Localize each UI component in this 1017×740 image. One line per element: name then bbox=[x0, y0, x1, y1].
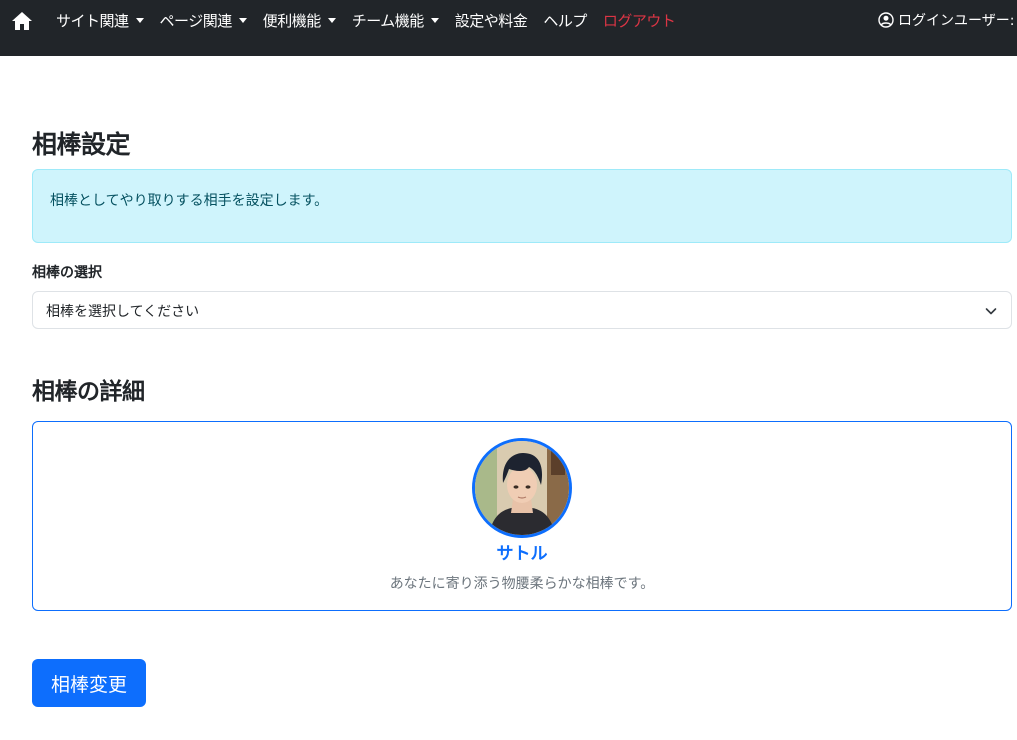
partner-select-label: 相棒の選択 bbox=[32, 265, 102, 281]
partner-description: あなたに寄り添う物腰柔らかな相棒です。 bbox=[389, 576, 655, 592]
partner-name: サトル bbox=[496, 544, 548, 564]
nav-item-settings[interactable]: 設定や料金 bbox=[455, 10, 528, 31]
avatar-portrait-icon bbox=[475, 441, 569, 535]
nav-item-help[interactable]: ヘルプ bbox=[543, 10, 587, 31]
detail-title: 相棒の詳細 bbox=[32, 379, 145, 405]
nav-item-logout[interactable]: ログアウト bbox=[603, 10, 676, 31]
nav-item-label: 設定や料金 bbox=[454, 11, 528, 30]
nav-item-label: ログアウト bbox=[602, 11, 676, 30]
partner-select-value: 相棒を選択してください bbox=[46, 304, 200, 320]
nav-menu: サイト関連 ページ関連 便利機能 チーム機能 設定や料金 ヘルプ ログアウト bbox=[56, 0, 691, 40]
nav-item-label: ページ関連 bbox=[159, 11, 233, 30]
nav-item-label: サイト関連 bbox=[56, 11, 129, 30]
nav-item-team[interactable]: チーム機能 bbox=[352, 10, 439, 31]
caret-down-icon bbox=[430, 17, 439, 23]
nav-item-label: 便利機能 bbox=[262, 11, 322, 30]
login-user-label: ログインユーザー: bbox=[898, 13, 1015, 29]
partner-select[interactable]: 相棒を選択してください bbox=[32, 291, 1012, 329]
chevron-down-icon bbox=[985, 308, 997, 315]
info-alert-text: 相棒としてやり取りする相手を設定します。 bbox=[50, 193, 329, 209]
change-partner-button-label: 相棒変更 bbox=[50, 673, 127, 696]
avatar bbox=[472, 438, 572, 538]
page-title: 相棒設定 bbox=[32, 130, 131, 159]
change-partner-button[interactable]: 相棒変更 bbox=[32, 659, 146, 707]
nav-item-site[interactable]: サイト関連 bbox=[56, 10, 144, 31]
home-icon[interactable] bbox=[10, 9, 34, 33]
caret-down-icon bbox=[238, 17, 247, 23]
user-circle-icon bbox=[878, 12, 894, 28]
info-alert: 相棒としてやり取りする相手を設定します。 bbox=[32, 169, 1012, 243]
caret-down-icon bbox=[135, 17, 144, 23]
nav-item-tools[interactable]: 便利機能 bbox=[263, 10, 336, 31]
caret-down-icon bbox=[327, 17, 336, 23]
top-navbar: サイト関連 ページ関連 便利機能 チーム機能 設定や料金 ヘルプ ログアウト ロ… bbox=[0, 0, 1017, 56]
nav-item-label: ヘルプ bbox=[543, 11, 587, 30]
nav-item-page[interactable]: ページ関連 bbox=[160, 10, 247, 31]
nav-item-label: チーム機能 bbox=[351, 11, 425, 30]
login-user[interactable]: ログインユーザー: yy bbox=[878, 0, 1017, 40]
partner-detail-card: サトル あなたに寄り添う物腰柔らかな相棒です。 bbox=[32, 421, 1012, 611]
